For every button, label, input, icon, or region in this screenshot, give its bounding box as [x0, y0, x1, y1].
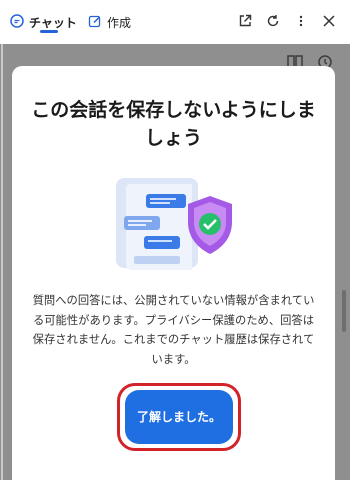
- acknowledge-button-highlight: 了解しました。: [117, 383, 241, 451]
- close-icon[interactable]: [320, 12, 338, 30]
- tab-compose-label: 作成: [107, 15, 132, 30]
- left-edge: [1, 44, 3, 480]
- save-notice-dialog: この会話を保存しないようにしましょう 質問への回答には、公開されていない情報が含…: [12, 66, 335, 480]
- more-icon[interactable]: [292, 12, 310, 30]
- active-tab-indicator: [40, 30, 58, 33]
- tab-chat-label: チャット: [29, 15, 77, 30]
- open-external-icon[interactable]: [236, 12, 254, 30]
- scrollbar[interactable]: [342, 290, 346, 332]
- acknowledge-button[interactable]: 了解しました。: [125, 390, 233, 444]
- tab-chat[interactable]: チャット: [10, 0, 77, 44]
- refresh-icon[interactable]: [264, 12, 282, 30]
- dialog-message: 質問への回答には、公開されていない情報が含まれている可能性があります。プライバシ…: [32, 294, 315, 366]
- dialog-title: この会話を保存しないようにしましょう: [31, 99, 316, 149]
- chat-icon: [10, 13, 24, 32]
- top-bar: チャット 作成: [0, 0, 350, 45]
- tab-compose[interactable]: 作成: [88, 0, 131, 44]
- privacy-illustration-icon: [116, 178, 232, 270]
- compose-icon: [88, 13, 102, 32]
